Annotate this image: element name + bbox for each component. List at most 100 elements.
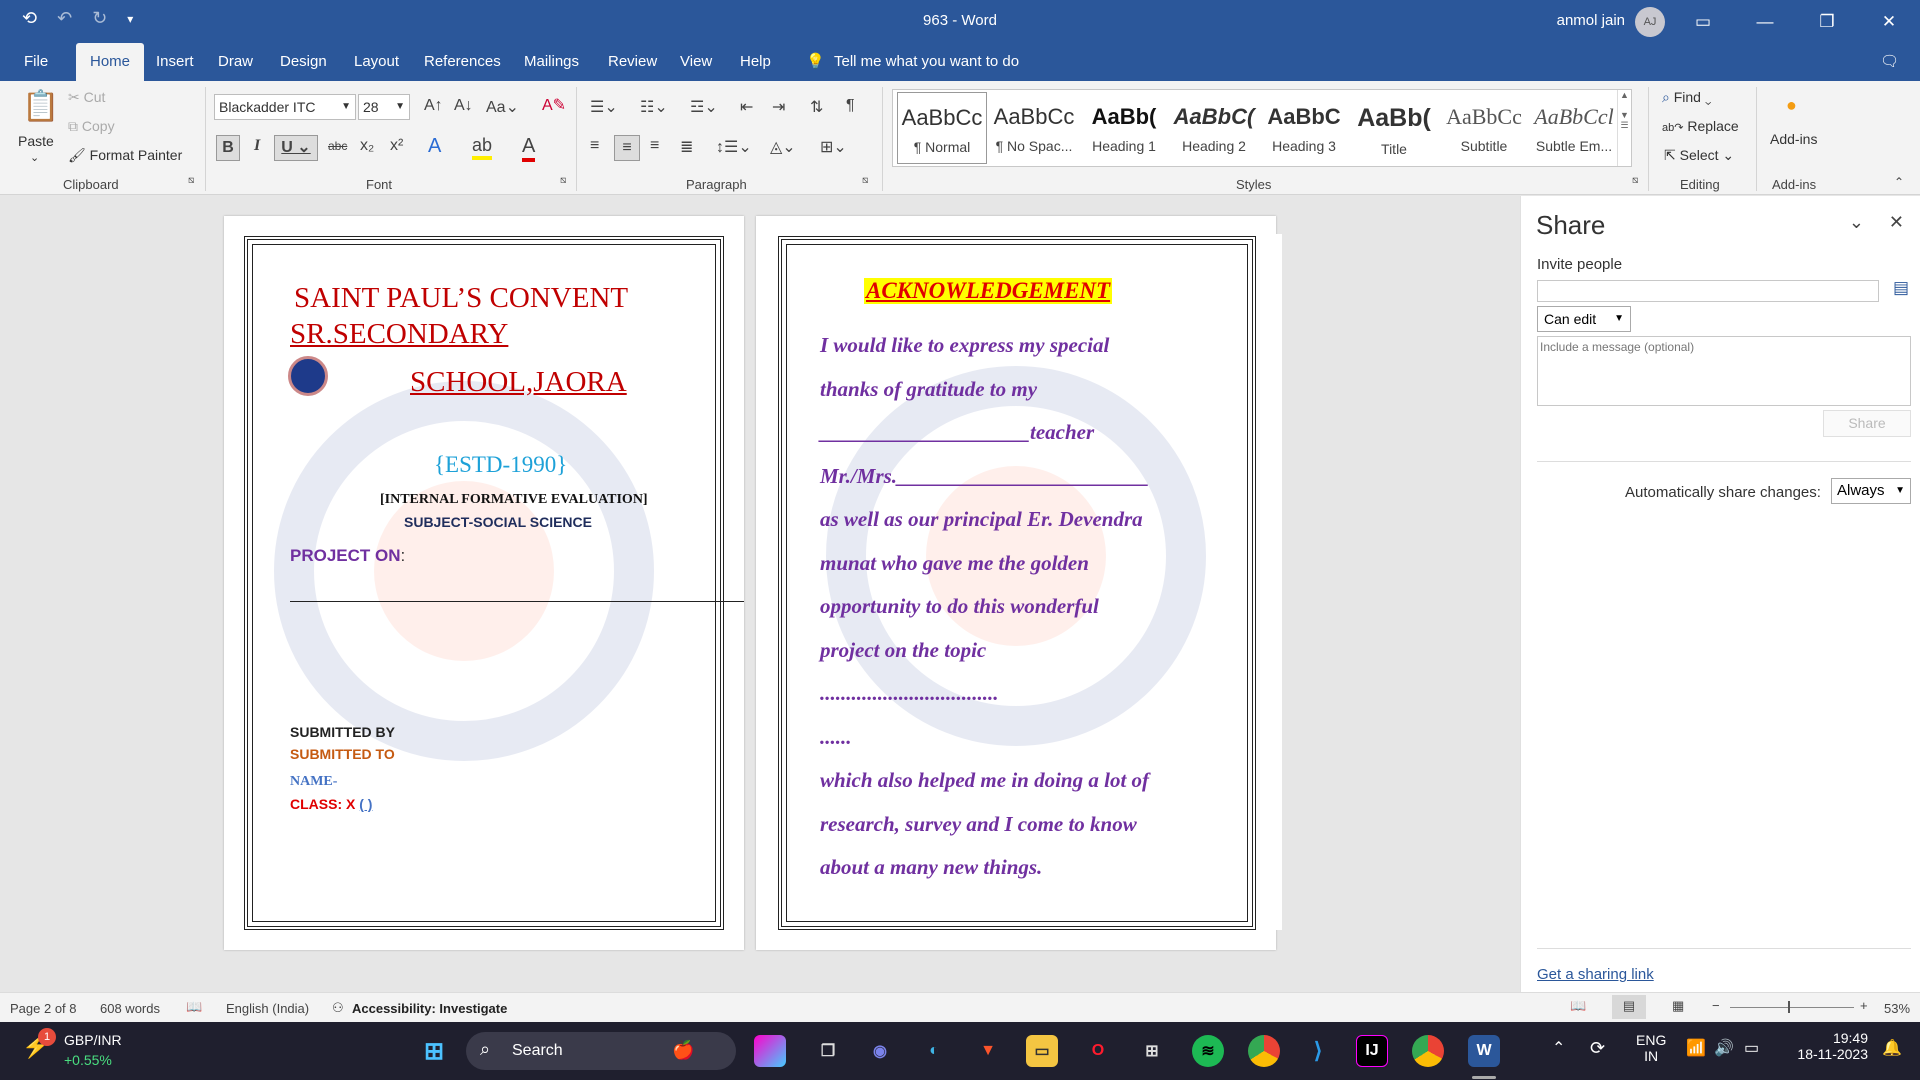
minimize-icon[interactable]: — [1734, 0, 1796, 43]
permission-select[interactable]: Can edit ▼ [1537, 306, 1631, 332]
language[interactable]: English (India) [226, 1001, 309, 1016]
close-icon[interactable]: ✕ [1858, 0, 1920, 43]
strikethrough-icon[interactable]: abc [328, 139, 347, 153]
style-no-spacing[interactable]: AaBbCc ¶ No Spac... [989, 92, 1079, 164]
zoom-level[interactable]: 53% [1884, 1001, 1910, 1016]
superscript-icon[interactable]: x² [390, 137, 403, 155]
pilcrow-icon[interactable]: ¶ [846, 97, 855, 115]
underline-icon[interactable]: U ⌄ [274, 135, 318, 161]
avatar[interactable]: AJ [1635, 7, 1665, 37]
proofing-icon[interactable]: 📖 [186, 999, 202, 1015]
tab-layout[interactable]: Layout [344, 43, 409, 81]
style-heading-1[interactable]: AaBb(Heading 1 [1079, 92, 1169, 164]
line-spacing-icon[interactable]: ↕☰⌄ [716, 137, 752, 157]
ribbon-display-icon[interactable]: ▭ [1672, 0, 1734, 43]
accessibility-status[interactable]: Accessibility: Investigate [352, 1001, 507, 1016]
page-count[interactable]: Page 2 of 8 [10, 1001, 77, 1016]
vscode-icon[interactable]: ⟩ [1302, 1035, 1334, 1067]
share-button[interactable]: Share [1823, 410, 1911, 437]
store-icon[interactable]: ⊞ [1136, 1035, 1168, 1067]
multilevel-list-icon[interactable]: ☲⌄ [690, 97, 718, 117]
web-layout-icon[interactable]: ▦ [1672, 998, 1684, 1014]
highlight-icon[interactable]: ab [472, 135, 493, 160]
paste-button[interactable]: Paste [18, 133, 54, 149]
bullets-icon[interactable]: ☰⌄ [590, 97, 618, 117]
tell-me-box[interactable]: Tell me what you want to do [824, 43, 1029, 81]
user-name[interactable]: anmol jain [1557, 12, 1625, 29]
chevron-down-icon[interactable]: ▼ [1895, 479, 1905, 503]
task-view-icon[interactable]: ❐ [812, 1035, 844, 1067]
copy-button[interactable]: ⧉ Copy [68, 118, 115, 135]
paragraph-launcher-icon[interactable]: ⧅ [862, 175, 868, 186]
paste-icon[interactable]: 📋 [22, 89, 59, 124]
tab-mailings[interactable]: Mailings [514, 43, 589, 81]
italic-icon[interactable]: I [254, 137, 260, 155]
cut-button[interactable]: ✂ Cut [68, 89, 105, 106]
chrome-profile-icon[interactable] [1412, 1035, 1444, 1067]
addins-icon[interactable]: ● [1786, 95, 1797, 116]
word-count[interactable]: 608 words [100, 1001, 160, 1016]
font-size-input[interactable]: 28 ▼ [358, 94, 410, 120]
zoom-out-icon[interactable]: − [1712, 998, 1720, 1013]
borders-icon[interactable]: ⊞⌄ [820, 137, 847, 157]
close-icon[interactable]: ✕ [1889, 212, 1904, 233]
comments-icon[interactable]: 🗨 [1870, 43, 1909, 81]
language-indicator[interactable]: ENG IN [1636, 1032, 1666, 1064]
justify-icon[interactable]: ≣ [680, 137, 693, 157]
font-name-input[interactable]: Blackadder ITC ▼ [214, 94, 356, 120]
addins-button[interactable]: Add-ins [1770, 131, 1817, 147]
chrome-icon[interactable] [1248, 1035, 1280, 1067]
tab-design[interactable]: Design [270, 43, 337, 81]
paste-dropdown-icon[interactable]: ⌄ [30, 151, 39, 164]
grow-font-icon[interactable]: A↑ [424, 97, 443, 115]
shading-icon[interactable]: ◬⌄ [770, 137, 796, 157]
message-input[interactable]: Include a message (optional) [1537, 336, 1911, 406]
ticker-name[interactable]: GBP/INR [64, 1032, 122, 1048]
align-right-icon[interactable]: ≡ [650, 137, 659, 155]
style-subtitle[interactable]: AaBbCc Subtitle [1439, 92, 1529, 164]
tab-home[interactable]: Home [76, 43, 145, 81]
chevron-down-icon[interactable]: ▼ [341, 95, 351, 119]
battery-icon[interactable]: ▭ [1744, 1038, 1759, 1058]
subscript-icon[interactable]: x₂ [360, 137, 374, 155]
spotify-icon[interactable]: ≋ [1192, 1035, 1224, 1067]
edge-icon[interactable]: ◐ [918, 1035, 950, 1067]
collapse-ribbon-icon[interactable]: ⌃ [1894, 175, 1904, 189]
search-box[interactable]: ⌕ Search 🍎 [466, 1032, 736, 1070]
select-button[interactable]: ⇱ Select ⌄ [1664, 147, 1734, 164]
change-case-button[interactable]: Aa⌄ [486, 97, 519, 117]
zoom-in-icon[interactable]: + [1860, 998, 1868, 1013]
word-icon[interactable]: W [1468, 1035, 1500, 1067]
address-book-icon[interactable]: ▤ [1893, 278, 1909, 298]
style-heading-3[interactable]: AaBbC Heading 3 [1259, 92, 1349, 164]
tab-view[interactable]: View [670, 43, 722, 81]
intellij-icon[interactable]: IJ [1356, 1035, 1388, 1067]
format-painter-button[interactable]: 🖌 Format Painter [68, 147, 182, 164]
font-launcher-icon[interactable]: ⧅ [560, 175, 566, 186]
wifi-icon[interactable]: 📶 [1686, 1038, 1706, 1058]
replace-button[interactable]: ab↷ Replace [1662, 118, 1739, 134]
zoom-slider-thumb[interactable] [1788, 1001, 1790, 1013]
shrink-font-icon[interactable]: A↓ [454, 97, 473, 115]
file-explorer-icon[interactable]: ▭ [1026, 1035, 1058, 1067]
style-subtle-emphasis[interactable]: AaBbCcl Subtle Em... [1529, 92, 1619, 164]
sharing-link[interactable]: Get a sharing link [1537, 966, 1654, 983]
find-button[interactable]: ⌕ Find ⌄ [1662, 89, 1711, 106]
invite-input[interactable] [1537, 280, 1879, 302]
volume-icon[interactable]: 🔊 [1714, 1038, 1734, 1058]
styles-launcher-icon[interactable]: ⧅ [1632, 175, 1638, 186]
notification-icon[interactable]: 🔔 [1882, 1038, 1902, 1058]
tab-review[interactable]: Review [598, 43, 667, 81]
bold-icon[interactable]: B [216, 135, 240, 161]
decrease-indent-icon[interactable]: ⇤ [740, 97, 753, 117]
numbering-icon[interactable]: ☷⌄ [640, 97, 668, 117]
chevron-down-icon[interactable]: ▼ [1614, 307, 1624, 331]
tab-references[interactable]: References [414, 43, 511, 81]
font-color-icon[interactable]: A [522, 135, 536, 162]
copilot-icon[interactable] [754, 1035, 786, 1067]
chevron-down-icon[interactable]: ⌄ [1849, 212, 1864, 233]
styles-scroll[interactable]: ▲ ▼ ☰ [1617, 90, 1631, 166]
tab-help[interactable]: Help [730, 43, 781, 81]
start-icon[interactable]: ⊞ [418, 1035, 450, 1067]
auto-share-select[interactable]: Always ▼ [1831, 478, 1911, 504]
